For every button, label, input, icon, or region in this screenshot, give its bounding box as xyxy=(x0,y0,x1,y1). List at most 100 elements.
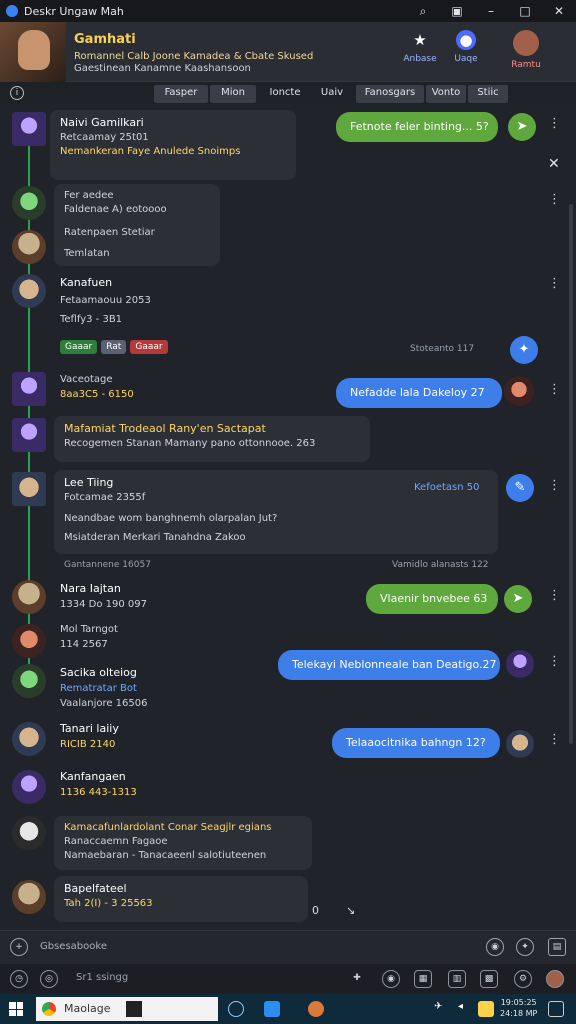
more-options-icon[interactable]: ⋮ xyxy=(548,732,561,747)
message-author[interactable]: Naivi Gamilkari xyxy=(60,116,286,129)
reaction-chip[interactable]: Gaaar xyxy=(130,340,168,354)
settings-icon[interactable]: ⚙ xyxy=(514,970,532,988)
attach-icon[interactable]: + xyxy=(10,938,28,956)
scrollbar[interactable] xyxy=(569,204,573,744)
message-text: Neandbae wom banghnemh olarpalan Jut? xyxy=(64,513,278,524)
close-icon[interactable]: ✕ xyxy=(548,156,560,172)
notification-icon[interactable] xyxy=(548,1001,564,1017)
search-icon[interactable]: ⌕ xyxy=(406,0,440,22)
send-icon[interactable]: ➤ xyxy=(504,585,532,613)
more-options-icon[interactable]: ⋮ xyxy=(548,192,561,207)
avatar[interactable] xyxy=(12,418,46,452)
channel-description: Gaestinean Kanamne Kaashansoon xyxy=(74,63,251,74)
tab-mion[interactable]: Mion xyxy=(210,85,256,103)
twitter-icon[interactable]: ✦ xyxy=(510,336,538,364)
tab-fanosgars[interactable]: Fanosgars xyxy=(356,85,424,103)
minimize-button[interactable]: – xyxy=(474,0,508,22)
app-badge-icon[interactable]: ▣ xyxy=(440,0,474,22)
message-meta: Retcaamay 25t01 xyxy=(60,132,149,143)
avatar[interactable] xyxy=(12,186,46,220)
message-meta: 1334 Do 190 097 xyxy=(60,599,147,610)
avatar[interactable] xyxy=(506,650,534,678)
avatar[interactable] xyxy=(12,624,46,658)
emoji-icon[interactable]: ▤ xyxy=(548,938,566,956)
avatar[interactable] xyxy=(12,664,46,698)
header-button-profile[interactable]: Ramtu xyxy=(506,30,546,70)
message-list[interactable]: ✕ Naivi Gamilkari Retcaamay 25t01 Nemank… xyxy=(0,104,576,930)
tab-fasper[interactable]: Fasper xyxy=(154,85,208,103)
user-avatar-icon[interactable] xyxy=(546,970,564,988)
record-icon[interactable]: ◉ xyxy=(382,970,400,988)
more-options-icon[interactable]: ⋮ xyxy=(548,276,561,291)
network-icon[interactable]: ✈ xyxy=(434,1001,450,1017)
header-button-anbase[interactable]: ★ Anbase xyxy=(400,30,440,64)
message-author[interactable]: Sacika olteiog xyxy=(60,666,148,679)
taskbar-search[interactable]: Maolage xyxy=(36,997,218,1021)
avatar[interactable] xyxy=(12,112,46,146)
send-icon[interactable]: ➤ xyxy=(508,113,536,141)
pin-icon[interactable]: ✚ xyxy=(348,970,366,988)
avatar[interactable] xyxy=(12,230,46,264)
gif-icon[interactable]: ◉ xyxy=(486,938,504,956)
avatar[interactable] xyxy=(12,770,46,804)
message-author[interactable]: Kanfangaen xyxy=(60,770,137,783)
tab-stiic[interactable]: Stiic xyxy=(468,85,508,103)
maximize-button[interactable]: □ xyxy=(508,0,542,22)
avatar[interactable] xyxy=(12,580,46,614)
header-button-uaqe[interactable]: ● Uaqe xyxy=(446,30,486,64)
more-options-icon[interactable]: ⋮ xyxy=(548,654,561,669)
message-author[interactable]: Bapelfateel xyxy=(64,882,298,895)
more-options-icon[interactable]: ⋮ xyxy=(548,382,561,397)
message-block: Kanfangaen 1136 443-1313 xyxy=(60,770,137,798)
more-options-icon[interactable]: ⋮ xyxy=(548,588,561,603)
message-author[interactable]: Kamacafunlardolant Conar Seagjlr egians xyxy=(64,822,302,833)
more-options-icon[interactable]: ⋮ xyxy=(548,116,561,131)
avatar[interactable] xyxy=(12,274,46,308)
target-icon[interactable]: ◎ xyxy=(40,970,58,988)
avatar[interactable] xyxy=(506,730,534,758)
grid-icon[interactable]: ▩ xyxy=(480,970,498,988)
message-composer: + Gbsesabooke ◉ ✦ ▤ xyxy=(0,930,576,964)
tool-row: ◷ ◎ Sr1 ssingg ✚ ◉ ▦ ▥ ▩ ⚙ xyxy=(0,964,576,994)
tab-vonto[interactable]: Vonto xyxy=(426,85,466,103)
message-meta: 8aa3C5 - 6150 xyxy=(60,389,134,400)
message-author[interactable]: Mafamiat Trodeaol Rany'en Sactapat xyxy=(64,422,360,435)
message-text: Temlatan xyxy=(64,248,110,259)
close-window-button[interactable]: ✕ xyxy=(542,0,576,22)
tab-ioncte[interactable]: Ioncte xyxy=(262,85,308,103)
app-icon[interactable] xyxy=(126,1001,142,1017)
avatar[interactable] xyxy=(12,816,46,850)
message-author[interactable]: Tanari laiiy xyxy=(60,722,119,735)
image-icon[interactable]: ▦ xyxy=(414,970,432,988)
avatar[interactable] xyxy=(12,722,46,756)
avatar[interactable] xyxy=(12,472,46,506)
more-options-icon[interactable]: ⋮ xyxy=(548,478,561,493)
channel-avatar[interactable] xyxy=(0,22,66,82)
reaction-chip[interactable]: Rat xyxy=(101,340,127,354)
avatar[interactable] xyxy=(504,376,534,406)
user-app-icon[interactable] xyxy=(308,1001,324,1017)
message-block: Mol Tarngot 114 2567 xyxy=(60,624,118,650)
start-menu-icon[interactable] xyxy=(9,1002,23,1016)
explorer-icon[interactable] xyxy=(264,1001,280,1017)
system-clock[interactable]: 19:05:25 24:18 MP xyxy=(500,997,537,1019)
folder-icon[interactable]: ▥ xyxy=(448,970,466,988)
info-icon[interactable]: i xyxy=(10,86,24,100)
tab-uaiv[interactable]: Uaiv xyxy=(312,85,352,103)
clock-icon[interactable]: ◷ xyxy=(10,970,28,988)
message-author[interactable]: Mol Tarngot xyxy=(60,624,118,635)
message-author[interactable]: Vaceotage xyxy=(60,374,134,385)
avatar[interactable] xyxy=(12,372,46,406)
reaction-chip[interactable]: Gaaar xyxy=(60,340,98,354)
message-author[interactable]: Fer aedee xyxy=(64,190,210,201)
battery-icon[interactable] xyxy=(478,1001,494,1017)
edit-icon[interactable]: ✎ xyxy=(506,474,534,502)
volume-icon[interactable]: ◂ xyxy=(458,1001,474,1017)
message-input[interactable]: Gbsesabooke xyxy=(36,936,336,958)
sticker-icon[interactable]: ✦ xyxy=(516,938,534,956)
avatar[interactable] xyxy=(12,880,46,914)
message-author[interactable]: Kanafuen xyxy=(60,276,151,289)
status-input[interactable]: Sr1 ssingg xyxy=(76,972,128,983)
message-author[interactable]: Nara Iajtan xyxy=(60,582,147,595)
taskview-icon[interactable] xyxy=(228,1001,244,1017)
